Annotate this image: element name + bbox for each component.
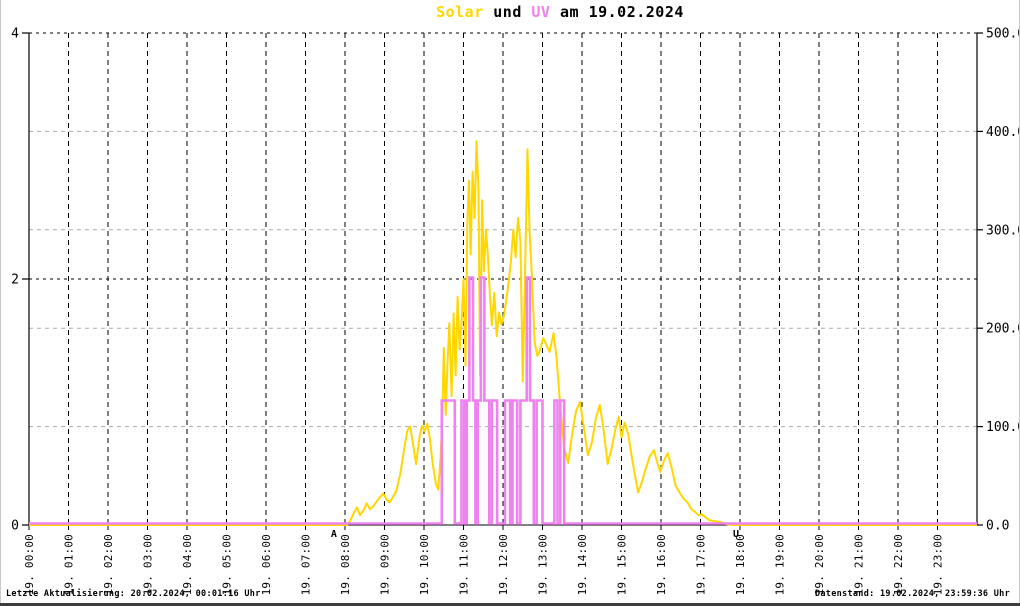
x-tick-label: 19. 05:00 xyxy=(221,534,234,595)
y-right-tick-label: 400.0 xyxy=(986,125,1020,140)
chart-frame: Solar und UV am 19.02.2024 AU0240.0100.0… xyxy=(0,0,1020,606)
x-tick-label: 19. 03:00 xyxy=(142,534,155,595)
plot-area: AU0240.0100.0200.0300.0400.0500.019. 00:… xyxy=(11,27,1020,596)
x-tick-label: 19. 07:00 xyxy=(300,534,313,595)
x-tick-label: 19. 19:00 xyxy=(774,534,787,595)
frame-border-left xyxy=(0,0,1,606)
x-tick-label: 19. 01:00 xyxy=(63,534,76,595)
x-tick-label: 19. 00:00 xyxy=(23,534,36,595)
footer-data-timestamp: Datenstand: 19.02.2024, 23:59:36 Uhr xyxy=(814,589,1010,599)
x-tick-label: 19. 10:00 xyxy=(418,534,431,595)
x-tick-label: 19. 11:00 xyxy=(458,534,471,595)
y-left-tick-label: 0 xyxy=(11,519,19,534)
x-tick-label: 19. 23:00 xyxy=(932,534,945,595)
x-tick-label: 19. 15:00 xyxy=(616,534,629,595)
marker-A: A xyxy=(331,529,337,540)
x-tick-label: 19. 12:00 xyxy=(497,534,510,595)
y-right-tick-label: 200.0 xyxy=(986,322,1020,337)
x-tick-label: 19. 09:00 xyxy=(379,534,392,595)
y-right-tick-label: 300.0 xyxy=(986,223,1020,238)
x-tick-label: 19. 14:00 xyxy=(576,534,589,595)
x-tick-label: 19. 20:00 xyxy=(813,534,826,595)
x-tick-label: 19. 18:00 xyxy=(734,534,747,595)
y-left-tick-label: 2 xyxy=(11,273,19,288)
x-tick-label: 19. 04:00 xyxy=(181,534,194,595)
y-left-tick-label: 4 xyxy=(11,27,19,42)
x-tick-label: 19. 08:00 xyxy=(339,534,352,595)
x-tick-label: 19. 16:00 xyxy=(655,534,668,595)
x-tick-label: 19. 02:00 xyxy=(102,534,115,595)
y-right-tick-label: 100.0 xyxy=(986,420,1020,435)
x-tick-label: 19. 21:00 xyxy=(853,534,866,595)
x-tick-label: 19. 22:00 xyxy=(892,534,905,595)
y-right-tick-label: 0.0 xyxy=(986,519,1009,534)
x-tick-label: 19. 13:00 xyxy=(537,534,550,595)
footer-last-update: Letzte Aktualisierung: 20.02.2024, 00:01… xyxy=(6,589,261,599)
x-tick-label: 19. 17:00 xyxy=(695,534,708,595)
x-tick-label: 19. 06:00 xyxy=(260,534,273,595)
y-right-tick-label: 500.0 xyxy=(986,27,1020,42)
